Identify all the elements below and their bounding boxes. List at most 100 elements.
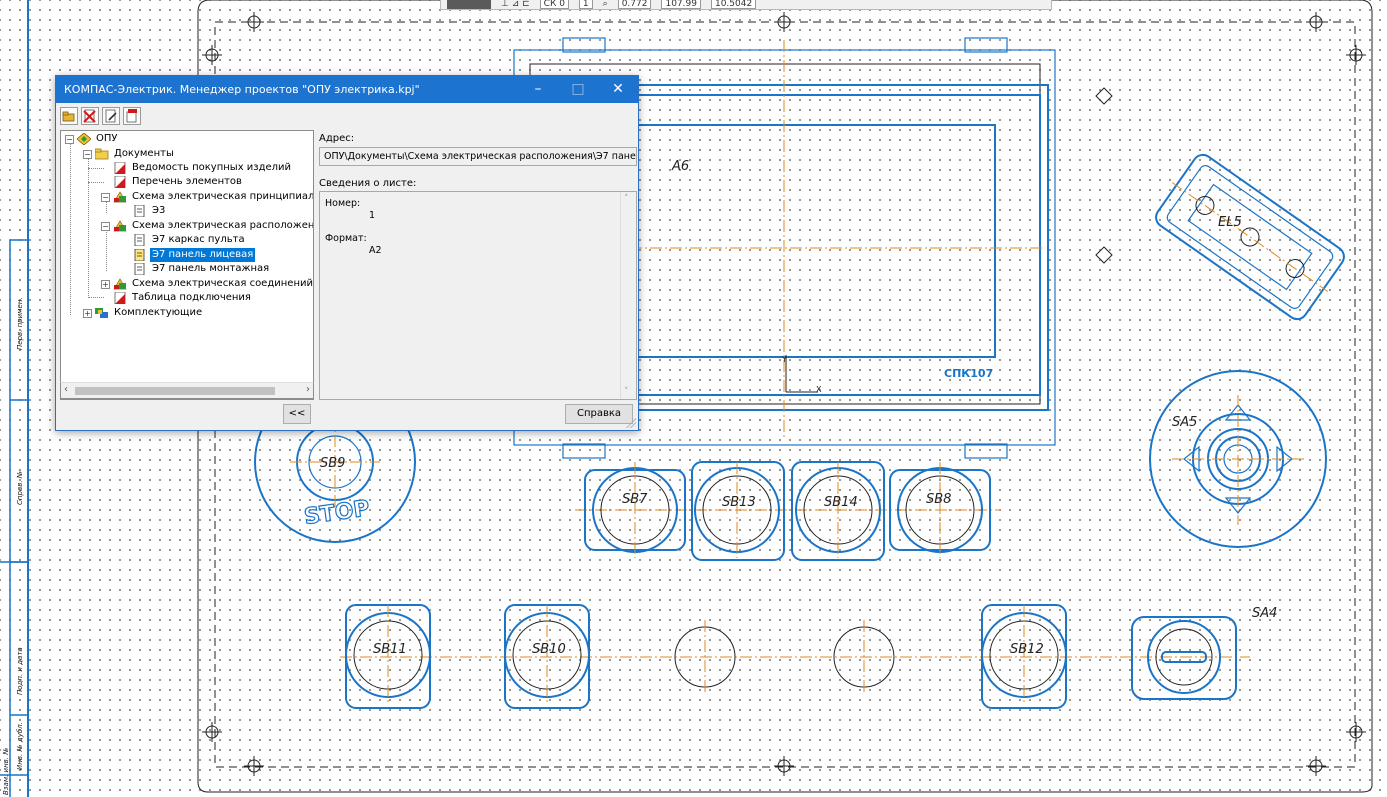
project-tree[interactable]: − ОПУ − Документы Ведомость покупных изд… [60, 130, 314, 400]
tree-node-e7-licevaya[interactable]: Э7 панель лицевая [133, 248, 256, 262]
tree-node-e3[interactable]: Э3 [133, 204, 167, 218]
collapse-button[interactable]: << [283, 404, 311, 424]
sb13-button [691, 461, 785, 561]
sb7-label: SB7 [622, 492, 648, 507]
tree-node-schema-princ[interactable]: − Схема электрическая принципиальная [101, 190, 314, 204]
tree-node-vedomost[interactable]: Ведомость покупных изделий [113, 161, 293, 175]
collapse-toggle[interactable]: − [83, 149, 92, 159]
coord-y-field: 10.5042 [710, 0, 757, 9]
sa4-label: SA4 [1252, 606, 1277, 621]
collapse-toggle[interactable]: − [65, 134, 74, 144]
a6-label: А6 [671, 159, 689, 174]
spk-label: СПК107 [944, 367, 993, 380]
tree-label-e7-montazh: Э7 панель монтажная [152, 263, 270, 274]
tree-node-e7-montazh[interactable]: Э7 панель монтажная [133, 262, 271, 276]
scroll-down-icon[interactable]: ˅ [624, 387, 629, 397]
project-icon [76, 132, 92, 146]
scroll-up-icon[interactable]: ˄ [624, 194, 629, 204]
button-row-bottom [340, 604, 1250, 709]
toolbar-snap-icon[interactable]: ⊥ ⊿ ⊏ [501, 0, 530, 9]
sb13-label: SB13 [722, 495, 756, 510]
tree-node-e7-karkas[interactable]: Э7 каркас пульта [133, 233, 247, 247]
format-value: А2 [369, 245, 382, 256]
hex-nut-mid [1095, 246, 1113, 264]
tree-label-perechen: Перечень элементов [132, 176, 242, 187]
sb12-label: SB12 [1010, 642, 1044, 657]
scroll-right-icon[interactable]: › [306, 384, 310, 395]
dialog-toolbar [60, 107, 141, 127]
sb10-label: SB10 [532, 642, 566, 657]
info-vscrollbar[interactable]: ˄ ˅ [620, 192, 636, 399]
tree-label-schema-princ: Схема электрическая принципиальная [132, 191, 314, 202]
close-button[interactable]: ✕ [598, 76, 638, 103]
tree-node-tablica[interactable]: Таблица подключения [113, 291, 253, 305]
components-icon [95, 307, 109, 319]
document-red-icon [113, 175, 127, 189]
tree-node-root[interactable]: − ОПУ [65, 132, 119, 146]
tree-label-e7-karkas: Э7 каркас пульта [152, 234, 245, 245]
sa5-switch [1149, 370, 1327, 548]
sb8-label: SB8 [926, 492, 951, 507]
sb9-label: SB9 [320, 456, 345, 471]
sb14-label: SB14 [824, 495, 858, 510]
button-row-top [575, 461, 1000, 561]
collapse-toggle[interactable]: − [101, 221, 110, 231]
sheet-icon [133, 233, 147, 247]
help-button[interactable]: Справка [565, 404, 633, 424]
format-label: Формат: [325, 233, 367, 244]
schema-icon [113, 220, 127, 232]
sb11-label: SB11 [373, 642, 407, 657]
resize-grip-icon[interactable] [626, 418, 636, 428]
tree-label-documents: Документы [114, 148, 174, 159]
open-project-icon[interactable] [60, 107, 78, 125]
tree-label-schema-rasp: Схема электрическая расположения [132, 220, 314, 231]
maximize-button[interactable]: □ [558, 76, 598, 103]
schema-icon [113, 278, 127, 290]
axis-x-label: X [816, 385, 822, 394]
zoom-icon[interactable]: ⌕ [603, 0, 608, 9]
tree-node-perechen[interactable]: Перечень элементов [113, 175, 244, 189]
tree-label-tablica: Таблица подключения [132, 292, 251, 303]
sa4-switch [1131, 616, 1237, 700]
hex-nut-top [1095, 87, 1113, 105]
number-label: Номер: [325, 198, 361, 209]
folder-open-icon [94, 148, 109, 160]
toolbar-pencil-icon[interactable] [447, 0, 491, 9]
tree-node-schema-rasp[interactable]: − Схема электрическая расположения [101, 219, 314, 233]
tree-label-komplekt: Комплектующие [114, 307, 203, 318]
edit-icon[interactable] [102, 107, 120, 125]
sheet-icon [133, 204, 147, 218]
minimize-button[interactable]: – [518, 76, 558, 103]
address-label: Адрес: [319, 133, 355, 144]
step-field[interactable]: 1 [578, 0, 593, 9]
tree-label-vedomost: Ведомость покупных изделий [132, 162, 292, 173]
scroll-left-icon[interactable]: ‹ [64, 384, 68, 395]
tree-label-e7-licevaya: Э7 панель лицевая [150, 248, 256, 262]
scroll-thumb[interactable] [75, 387, 275, 395]
tree-node-documents[interactable]: − Документы [83, 147, 176, 161]
tree-node-schema-soed[interactable]: + Схема электрическая соединений [101, 277, 313, 291]
collapse-toggle[interactable]: − [101, 192, 110, 202]
tree-node-komplekt[interactable]: + Комплектующие [83, 306, 204, 320]
expand-toggle[interactable]: + [83, 308, 92, 318]
axis-y-label: Y [781, 355, 787, 364]
exit-icon[interactable] [123, 107, 141, 125]
zoom-field[interactable]: 0.772 [617, 0, 652, 9]
left-stamp-frame: Перв. примен. Справ. № Подп. и дата Инв.… [0, 0, 29, 797]
stamp-label-podp: Подп. и дата [16, 647, 24, 695]
sheet-icon [133, 248, 147, 262]
coord-x-field: 107.99 [661, 0, 701, 9]
stamp-label-inv: Инв. № дубл. [16, 722, 24, 770]
address-field[interactable]: ОПУ\Документы\Схема электрическая распол… [319, 147, 637, 166]
el5-label: EL5 [1218, 215, 1242, 230]
info-label: Сведения о листе: [319, 178, 417, 189]
document-red-icon [113, 291, 127, 305]
layer-field[interactable]: СК 0 [539, 0, 569, 9]
tree-hscrollbar[interactable]: ‹ › [60, 382, 314, 399]
dialog-titlebar[interactable]: КОМПАС-Электрик. Менеджер проектов "ОПУ … [56, 76, 638, 103]
sb14-button [791, 461, 885, 561]
info-box[interactable]: Номер: 1 Формат: А2 ˄ ˅ [319, 191, 637, 400]
delete-project-icon[interactable] [81, 107, 99, 125]
schema-icon [113, 191, 127, 203]
expand-toggle[interactable]: + [101, 279, 110, 289]
